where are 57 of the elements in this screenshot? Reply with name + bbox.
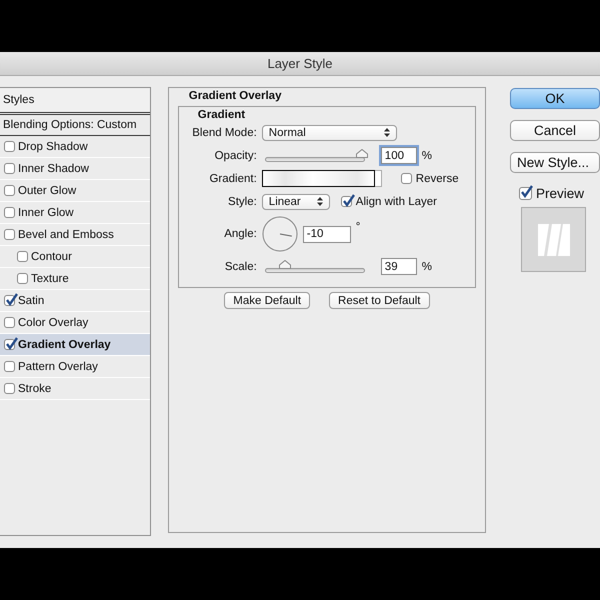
checkbox[interactable]: [4, 229, 15, 240]
checkbox-label: Preview: [536, 186, 584, 201]
style-list-item[interactable]: Texture: [0, 268, 150, 290]
checkbox[interactable]: [4, 383, 15, 394]
checkbox[interactable]: [400, 173, 412, 184]
preview-swatch-icon: [538, 224, 570, 256]
checkbox[interactable]: [4, 361, 15, 372]
stepper-icon: [316, 197, 323, 206]
scale-field[interactable]: 39: [380, 258, 417, 275]
style-list-item[interactable]: Inner Glow: [0, 202, 150, 224]
slider-thumb[interactable]: [356, 148, 368, 158]
style-list-item[interactable]: Inner Shadow: [0, 158, 150, 180]
default-button[interactable]: Make Default: [224, 292, 310, 309]
opacity-field[interactable]: 100: [380, 147, 417, 164]
angle-field[interactable]: -10: [302, 226, 351, 242]
blending-options-item[interactable]: Blending Options: Custom: [0, 115, 150, 136]
cancel-button[interactable]: Cancel: [510, 120, 600, 141]
checkbox[interactable]: [519, 187, 532, 200]
field-label: Angle:: [223, 228, 257, 240]
checkbox[interactable]: [4, 163, 15, 174]
checkbox[interactable]: [4, 207, 15, 218]
style-list-item[interactable]: Satin: [0, 290, 150, 312]
checkbox[interactable]: [17, 273, 28, 284]
field-label: Opacity:: [214, 150, 257, 162]
style-list-item[interactable]: Contour: [0, 246, 150, 268]
stepper-icon: [384, 128, 390, 137]
gradient-preview[interactable]: [262, 170, 375, 187]
style-dropdown[interactable]: Linear: [262, 194, 330, 210]
style-list-item[interactable]: Gradient Overlay: [0, 334, 150, 356]
blend-mode-dropdown[interactable]: Normal: [262, 124, 397, 140]
unit-label: °: [356, 221, 360, 233]
field-label: Scale:: [224, 260, 257, 272]
field-label: Blend Mode:: [191, 126, 257, 138]
checkbox[interactable]: [17, 251, 28, 262]
checkbox-label: Align with Layer: [356, 196, 437, 208]
field-label: Gradient:: [208, 172, 257, 184]
unit-label: %: [422, 150, 432, 162]
checkbox[interactable]: [4, 339, 15, 350]
styles-header[interactable]: Styles: [0, 88, 150, 115]
checkbox-label: Reverse: [416, 172, 459, 184]
style-list-item[interactable]: Bevel and Emboss: [0, 224, 150, 246]
style-list-item[interactable]: Drop Shadow: [0, 136, 150, 158]
ok-button[interactable]: OK: [510, 88, 600, 109]
angle-dial[interactable]: [262, 216, 298, 252]
checkbox[interactable]: [4, 317, 15, 328]
new-style-button[interactable]: New Style...: [510, 152, 600, 173]
default-button[interactable]: Reset to Default: [329, 292, 430, 309]
checkbox[interactable]: [4, 141, 15, 152]
checkbox[interactable]: [4, 295, 15, 306]
checkbox[interactable]: [4, 185, 15, 196]
unit-label: %: [422, 260, 432, 272]
style-list-item[interactable]: Pattern Overlay: [0, 356, 150, 378]
checkbox[interactable]: [340, 196, 352, 207]
style-list-item[interactable]: Stroke: [0, 378, 150, 400]
window-title: Layer Style: [0, 52, 600, 76]
field-label: Style:: [227, 196, 257, 208]
style-list-item[interactable]: Outer Glow: [0, 180, 150, 202]
